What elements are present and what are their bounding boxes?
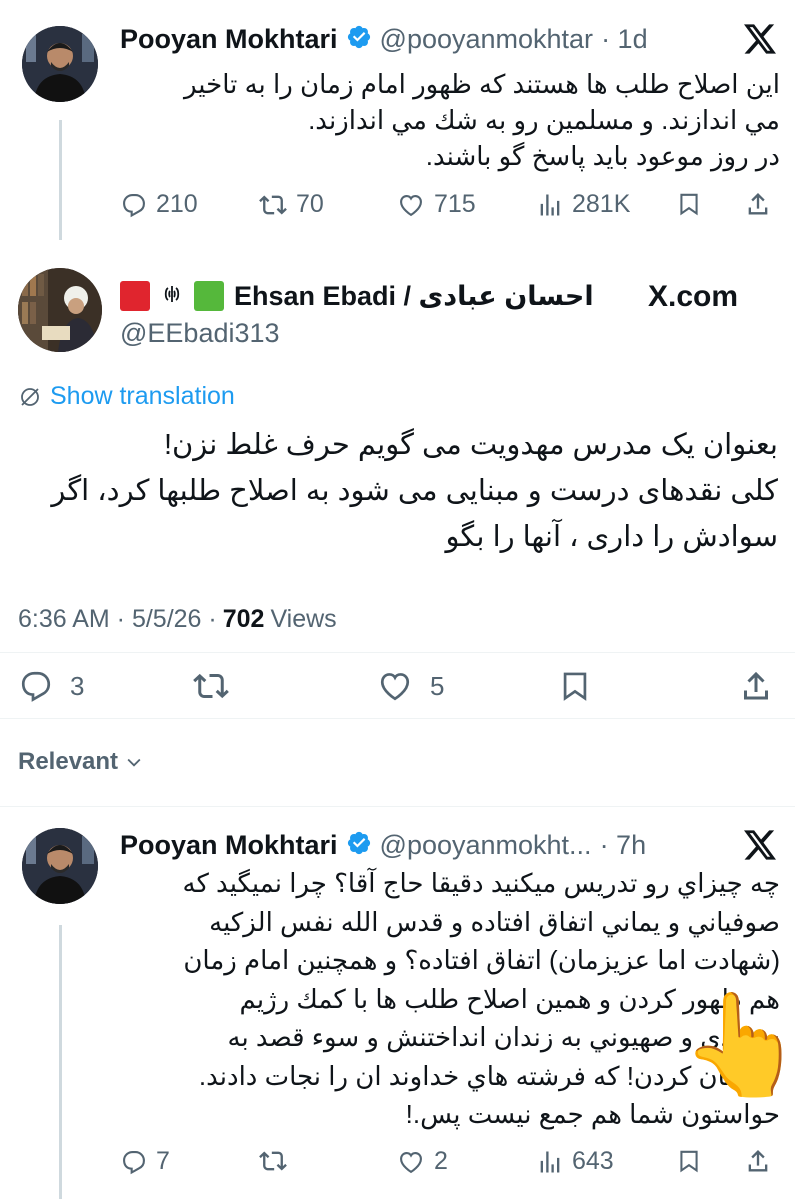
repost-icon [259,1151,287,1171]
verified-badge-icon [346,24,372,55]
like-count: 2 [434,1147,448,1175]
bookmark-button[interactable] [558,668,592,704]
share-icon [748,193,768,215]
x-logo-icon [744,24,776,59]
views-icon [540,1151,560,1172]
views-icon [540,194,560,215]
repost-button[interactable] [258,1147,288,1175]
chevron-down-icon [127,758,141,767]
repost-icon [193,673,229,699]
heart-icon [400,1151,422,1173]
views-count: 643 [572,1147,614,1175]
sort-dropdown[interactable]: Relevant [18,748,144,776]
views-count: 281K [572,190,631,218]
display-name[interactable]: Ehsan Ebadi / احسان عبادی [234,281,594,312]
repost-button[interactable] [192,668,230,704]
text-line: در روز موعود بايد پاسخ گو باشند. [425,141,780,171]
bookmark-icon [563,672,587,701]
divider [0,718,795,719]
like-button[interactable]: 5 [376,668,444,704]
globe-slash-icon [21,387,39,406]
watermark-text: X.com [648,280,739,314]
heart-icon [380,673,410,701]
text-line: سوادش را داری ، آنها را بگو [445,521,778,553]
verified-badge-icon [346,830,372,861]
thread-line [59,925,62,1199]
display-name[interactable]: Pooyan Mokhtari [120,24,338,55]
like-count: 715 [434,190,476,218]
views-label: Views [270,605,337,633]
share-icon [744,671,768,700]
pointing-up-emoji: 👆 [680,989,795,1101]
avatar[interactable] [22,828,98,904]
text-line: اين اصلاح طلب ها هستند كه ظهور امام زمان… [183,69,780,99]
timestamp[interactable]: 6:36 AM · 5/5/26 · [18,605,217,634]
reply-button[interactable]: 3 [18,668,84,704]
x-com-watermark: X.com [648,280,739,314]
bookmark-button[interactable] [676,1147,702,1175]
timestamp[interactable]: · 1d [601,24,648,55]
tweet2-header: Ehsan Ebadi / احسان عبادی [120,276,594,316]
tweet1-header: Pooyan Mokhtari @pooyanmokhtar · 1d [120,22,648,56]
reply-button[interactable]: 210 [120,190,198,219]
display-name[interactable]: Pooyan Mokhtari [120,830,338,861]
views-count: 702 [222,605,265,633]
repost-icon [259,195,287,214]
repost-button[interactable]: 70 [258,190,324,219]
views-button[interactable]: 643 [536,1147,614,1176]
text-line: کلی نقدهای درست و مبنایی می شود به اصلاح… [51,475,778,507]
handle[interactable]: @pooyanmokhtar [380,24,594,55]
show-translation-link[interactable]: Show translation [18,382,235,411]
share-button[interactable] [738,668,774,704]
iran-emblem-icon [160,282,184,311]
bookmark-icon [680,1150,698,1173]
translation-label[interactable]: Show translation [50,382,235,411]
share-icon [748,1150,768,1172]
like-count: 5 [430,670,445,701]
tweet2-text: بعنوان یک مدرس مهدویت می گویم حرف غلط نز… [18,425,778,558]
handle[interactable]: @EEbadi313 [120,318,280,349]
tweet1-text: اين اصلاح طلب ها هستند كه ظهور امام زمان… [120,66,780,174]
tweet3-header: Pooyan Mokhtari @pooyanmokht... · 7h [120,828,646,862]
sort-label: Relevant [18,748,119,775]
divider [0,652,795,653]
text-line: بعنوان یک مدرس مهدویت می گویم حرف غلط نز… [163,429,778,461]
text-line: مي اندازند. و مسلمين رو به شك مي اندازند… [308,105,780,135]
like-button[interactable]: 715 [396,190,476,219]
avatar[interactable] [18,268,102,352]
reply-icon [21,671,51,702]
share-button[interactable] [744,190,772,218]
x-logo-icon [744,830,776,865]
reply-count: 3 [70,670,85,701]
like-button[interactable]: 2 [396,1147,448,1176]
red-square-icon [120,281,150,311]
reply-count: 7 [156,1147,170,1175]
share-button[interactable] [744,1147,772,1175]
reply-button[interactable]: 7 [120,1147,170,1176]
text-line: چه چيزاي رو تدريس ميكنيد دقيقا حاج آقا؟ … [182,868,781,898]
thread-line [59,120,62,240]
avatar[interactable] [22,26,98,102]
green-square-icon [194,281,224,311]
handle[interactable]: @pooyanmokht... [380,830,592,861]
views-button[interactable]: 281K [536,190,630,219]
repost-count: 70 [296,190,324,218]
reply-icon [123,193,145,217]
reply-icon [123,1150,145,1174]
divider [0,806,795,807]
bookmark-button[interactable] [676,190,702,218]
text-line: صوفياني و يماني اتفاق افتاده و قدس الله … [209,906,780,937]
bookmark-icon [680,193,698,216]
heart-icon [400,194,422,216]
reply-count: 210 [156,190,198,218]
text-line: (شهادت اما عزيزمان) اتفاق افتاده؟ و همچن… [183,945,780,975]
tweet-meta: 6:36 AM · 5/5/26 · 702 Views [18,605,337,634]
timestamp[interactable]: · 7h [600,830,647,861]
